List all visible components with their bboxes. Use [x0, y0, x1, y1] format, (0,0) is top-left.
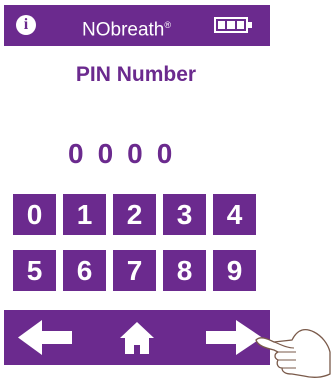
arrow-left-icon: [18, 320, 72, 355]
page-title: PIN Number: [75, 63, 197, 86]
brand-name: NObreath: [82, 19, 165, 41]
app-screen: i NObreath® PIN Number 0000 0 1 2 3 4 5 …: [0, 0, 332, 380]
battery-cell: [227, 21, 235, 29]
brand-logo: NObreath®: [82, 14, 171, 41]
home-icon: [120, 322, 154, 354]
keypad: 0 1 2 3 4 5 6 7 8 9: [13, 194, 266, 291]
battery-tip: [248, 22, 252, 28]
back-button[interactable]: [14, 310, 76, 365]
battery-cell: [218, 21, 226, 29]
key-7[interactable]: 7: [113, 250, 156, 291]
key-5[interactable]: 5: [13, 250, 56, 291]
key-6[interactable]: 6: [63, 250, 106, 291]
key-2[interactable]: 2: [113, 194, 156, 235]
hand-pointer-icon: [255, 328, 331, 378]
top-bar: i NObreath®: [4, 5, 270, 46]
pin-display: 0000: [68, 138, 187, 169]
home-button[interactable]: [116, 310, 158, 365]
key-3[interactable]: 3: [163, 194, 206, 235]
battery-icon: [214, 17, 248, 33]
key-8[interactable]: 8: [163, 250, 206, 291]
key-9[interactable]: 9: [213, 250, 256, 291]
bottom-nav: [4, 310, 270, 365]
info-icon[interactable]: i: [16, 15, 36, 35]
registered-mark: ®: [164, 20, 172, 30]
key-4[interactable]: 4: [213, 194, 256, 235]
key-0[interactable]: 0: [13, 194, 56, 235]
battery-cell: [236, 21, 244, 29]
key-1[interactable]: 1: [63, 194, 106, 235]
